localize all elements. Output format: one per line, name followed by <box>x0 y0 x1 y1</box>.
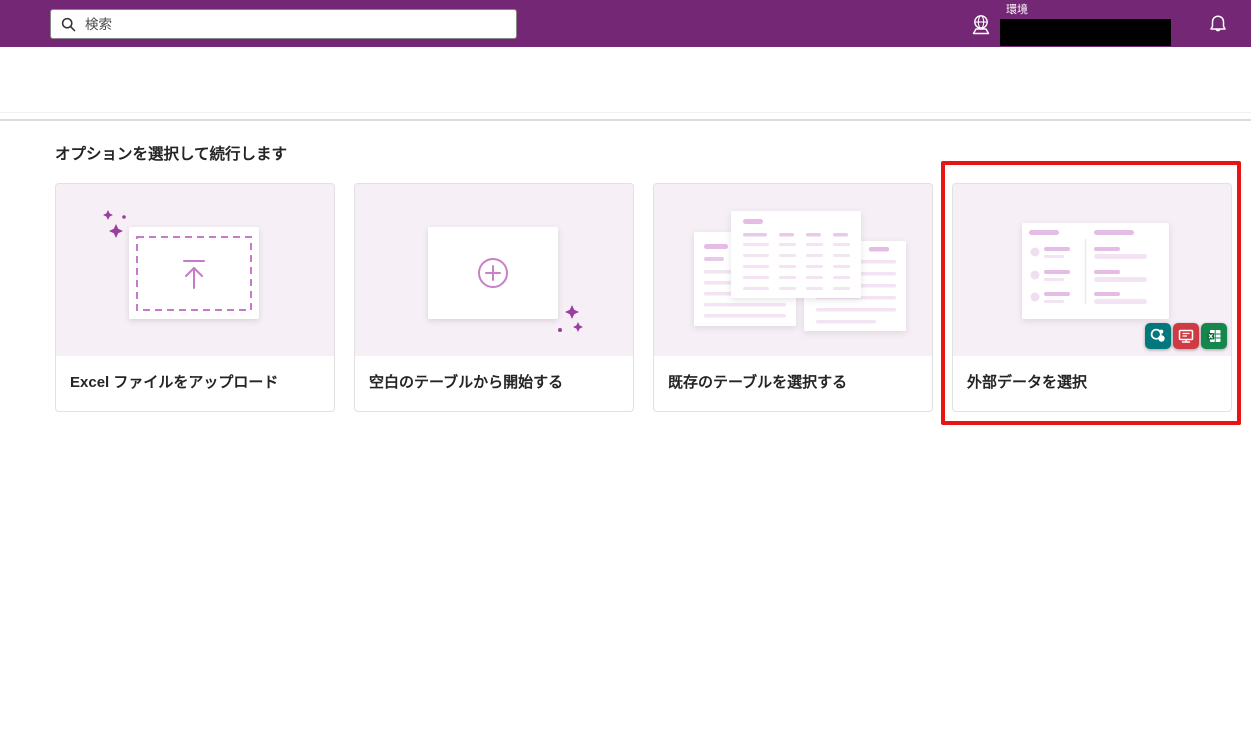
top-header: 環境 <box>0 0 1251 47</box>
card-upload-excel-file[interactable]: Excel ファイルをアップロード <box>55 183 335 412</box>
monitor-app-icon <box>1173 323 1199 349</box>
card-start-blank-table[interactable]: 空白のテーブルから開始する <box>354 183 634 412</box>
page-title: オプションを選択して続行します <box>55 146 288 163</box>
card-select-external-data[interactable]: 外部データを選択 <box>952 183 1232 412</box>
search-box[interactable] <box>50 9 517 39</box>
upload-dashed-box-graphic <box>103 210 259 319</box>
app-window: 環境 オプションを選択して続行します <box>0 0 1251 741</box>
command-bar <box>0 47 1251 113</box>
search-input[interactable] <box>85 16 506 32</box>
environment-name-redacted[interactable] <box>1000 19 1171 46</box>
external-data-illustration <box>953 184 1231 356</box>
card-label: 既存のテーブルを選択する <box>668 374 848 391</box>
existing-tables-illustration <box>654 184 932 356</box>
environment-label: 環境 <box>1006 4 1028 16</box>
card-label: 外部データを選択 <box>967 374 1088 391</box>
search-icon <box>61 17 85 32</box>
blank-table-illustration <box>355 184 633 356</box>
environment-icon <box>968 13 994 37</box>
card-select-existing-table[interactable]: 既存のテーブルを選択する <box>653 183 933 412</box>
card-label: Excel ファイルをアップロード <box>70 374 279 391</box>
upload-illustration <box>56 184 334 356</box>
sharepoint-icon <box>1145 323 1171 349</box>
add-circle-graphic <box>428 227 583 332</box>
table-sheets-graphic <box>694 211 906 331</box>
content-divider <box>0 119 1251 121</box>
excel-icon <box>1201 323 1227 349</box>
notifications-button[interactable] <box>1204 10 1232 38</box>
card-label: 空白のテーブルから開始する <box>369 374 564 391</box>
bell-icon <box>1208 14 1228 35</box>
